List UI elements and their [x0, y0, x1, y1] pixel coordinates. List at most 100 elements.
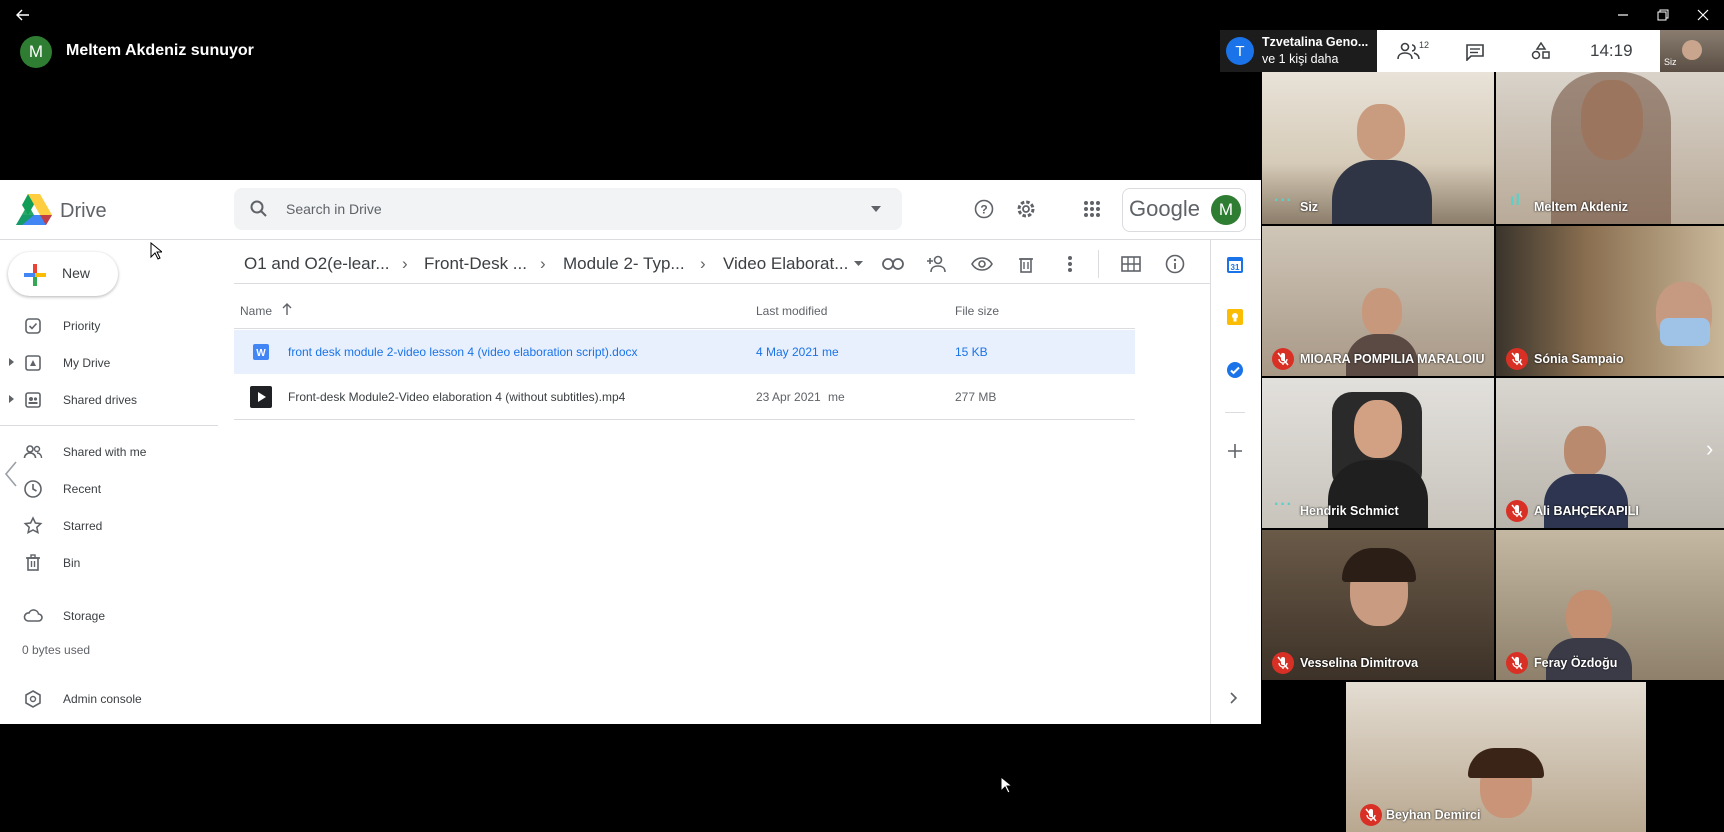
- mic-off-icon: [1506, 500, 1528, 522]
- table-row[interactable]: W front desk module 2-video lesson 4 (vi…: [234, 330, 1135, 374]
- preview-eye-icon[interactable]: [968, 250, 996, 278]
- shared-drives-icon: [25, 392, 41, 408]
- toolbar-divider-line: [234, 283, 1210, 284]
- participant-tile[interactable]: Vesselina Dimitrova: [1262, 530, 1494, 680]
- column-header-file-size[interactable]: File size: [955, 304, 999, 318]
- participant-name: Feray Özdoğu: [1534, 656, 1618, 670]
- expand-caret-icon[interactable]: [9, 358, 14, 366]
- expand-caret-icon[interactable]: [9, 395, 14, 403]
- google-account-button[interactable]: Google M: [1122, 188, 1246, 232]
- file-modified-date: 4 May 2021: [756, 345, 819, 359]
- face-shape: [1566, 590, 1612, 644]
- audio-level-icon: ···: [1274, 496, 1293, 513]
- new-button-label: New: [62, 265, 91, 281]
- chat-icon[interactable]: [1465, 43, 1485, 61]
- participant-tile[interactable]: Feray Özdoğu: [1496, 530, 1724, 680]
- search-options-icon[interactable]: [871, 206, 881, 212]
- share-add-person-icon[interactable]: [923, 250, 951, 278]
- mouse-cursor-icon: [150, 242, 162, 260]
- nav-item-starred[interactable]: Starred: [0, 508, 218, 544]
- breadcrumb-current-folder[interactable]: Video Elaborat...: [723, 254, 848, 274]
- window-titlebar: [0, 0, 1724, 30]
- get-link-icon[interactable]: [879, 250, 907, 278]
- people-icon[interactable]: [1397, 42, 1421, 60]
- starred-icon: [23, 516, 43, 535]
- table-divider: [234, 328, 1135, 329]
- delete-icon[interactable]: [1012, 250, 1040, 278]
- nav-item-admin-console[interactable]: Admin console: [0, 681, 218, 717]
- details-info-icon[interactable]: [1161, 250, 1189, 278]
- participant-tile[interactable]: ıl Meltem Akdeniz: [1496, 72, 1724, 224]
- header-divider: [0, 239, 1261, 240]
- presenters-chip[interactable]: T Tzvetalina Geno... ve 1 kişi daha: [1220, 30, 1377, 72]
- close-icon[interactable]: [1680, 0, 1724, 30]
- next-page-chevron-icon[interactable]: ›: [1706, 436, 1713, 462]
- priority-icon: [25, 318, 41, 334]
- nav-item-recent[interactable]: Recent: [0, 471, 218, 507]
- folder-menu-caret-icon[interactable]: [854, 261, 863, 266]
- help-icon[interactable]: ?: [969, 194, 999, 224]
- add-addon-plus-icon[interactable]: [1228, 444, 1242, 458]
- nav-item-storage[interactable]: Storage: [0, 598, 218, 634]
- nav-label: Starred: [63, 519, 103, 533]
- self-view-thumbnail[interactable]: Siz: [1660, 30, 1724, 72]
- face-shape: [1564, 426, 1606, 476]
- presenters-subtitle: ve 1 kişi daha: [1262, 52, 1339, 66]
- search-bar[interactable]: Search in Drive: [234, 188, 902, 230]
- face-mask-shape: [1660, 318, 1710, 346]
- side-panel-divider: [1210, 240, 1211, 724]
- nav-item-shared-with-me[interactable]: Shared with me: [0, 434, 218, 470]
- participant-name: Beyhan Demirci: [1386, 808, 1481, 822]
- more-options-icon[interactable]: [1056, 250, 1084, 278]
- breadcrumb-item[interactable]: O1 and O2(e-lear...: [244, 254, 390, 274]
- participant-name: Ali BAHÇEKAPILI: [1534, 504, 1639, 518]
- nav-label: Bin: [63, 556, 81, 570]
- participant-tile[interactable]: Sónia Sampaio: [1496, 226, 1724, 376]
- mic-off-icon: [1506, 652, 1528, 674]
- mic-off-icon: [1360, 804, 1382, 826]
- participant-tile[interactable]: MIOARA POMPILIA MARALOIU: [1262, 226, 1494, 376]
- recent-icon: [24, 480, 42, 498]
- search-icon[interactable]: [250, 200, 268, 218]
- apps-grid-icon[interactable]: [1077, 194, 1107, 224]
- file-name: Front-desk Module2-Video elaboration 4 (…: [288, 390, 626, 404]
- nav-item-my-drive[interactable]: My Drive: [0, 345, 218, 381]
- breadcrumb-item[interactable]: Module 2- Typ...: [563, 254, 685, 274]
- participant-avatar: T: [1226, 37, 1254, 65]
- breadcrumb-item[interactable]: Front-Desk ...: [424, 254, 527, 274]
- table-row[interactable]: Front-desk Module2-Video elaboration 4 (…: [234, 375, 1135, 419]
- participant-name: Hendrik Schmict: [1300, 504, 1399, 518]
- grid-view-icon[interactable]: [1117, 250, 1145, 278]
- calendar-icon[interactable]: 31: [1226, 256, 1244, 274]
- participant-tile[interactable]: ··· Hendrik Schmict: [1262, 378, 1494, 528]
- file-size: 277 MB: [955, 390, 997, 404]
- my-drive-icon: [25, 355, 41, 371]
- search-input[interactable]: Search in Drive: [286, 201, 382, 217]
- participant-tile[interactable]: Ali BAHÇEKAPILI ›: [1496, 378, 1724, 528]
- tasks-icon[interactable]: [1226, 361, 1244, 379]
- participant-tile[interactable]: ··· Siz: [1262, 72, 1494, 224]
- participant-name: Sónia Sampaio: [1534, 352, 1624, 366]
- column-header-last-modified[interactable]: Last modified: [756, 304, 827, 318]
- mic-off-icon: [1272, 348, 1294, 370]
- nav-item-shared-drives[interactable]: Shared drives: [0, 382, 218, 418]
- settings-gear-icon[interactable]: [1011, 194, 1041, 224]
- nav-item-bin[interactable]: Bin: [0, 545, 218, 581]
- participant-tile[interactable]: Beyhan Demirci: [1346, 682, 1646, 832]
- activities-icon[interactable]: [1531, 42, 1551, 60]
- sort-ascending-arrow-icon[interactable]: [282, 303, 292, 315]
- hair-shape: [1468, 748, 1544, 778]
- column-header-name[interactable]: Name: [240, 304, 272, 318]
- expand-panel-chevron-icon[interactable]: [1230, 692, 1238, 704]
- breadcrumb-chevron-icon: ›: [700, 254, 706, 273]
- account-avatar[interactable]: M: [1211, 195, 1241, 225]
- keep-icon[interactable]: [1226, 308, 1244, 326]
- svg-text:31: 31: [1231, 263, 1240, 272]
- breadcrumb-chevron-icon: ›: [402, 254, 408, 273]
- nav-item-priority[interactable]: Priority: [0, 308, 218, 344]
- table-divider: [234, 419, 1135, 420]
- body-shape: [1332, 160, 1432, 224]
- back-arrow-icon[interactable]: [0, 0, 46, 30]
- presenter-label: Meltem Akdeniz sunuyor: [66, 42, 254, 59]
- new-button[interactable]: New: [8, 252, 118, 296]
